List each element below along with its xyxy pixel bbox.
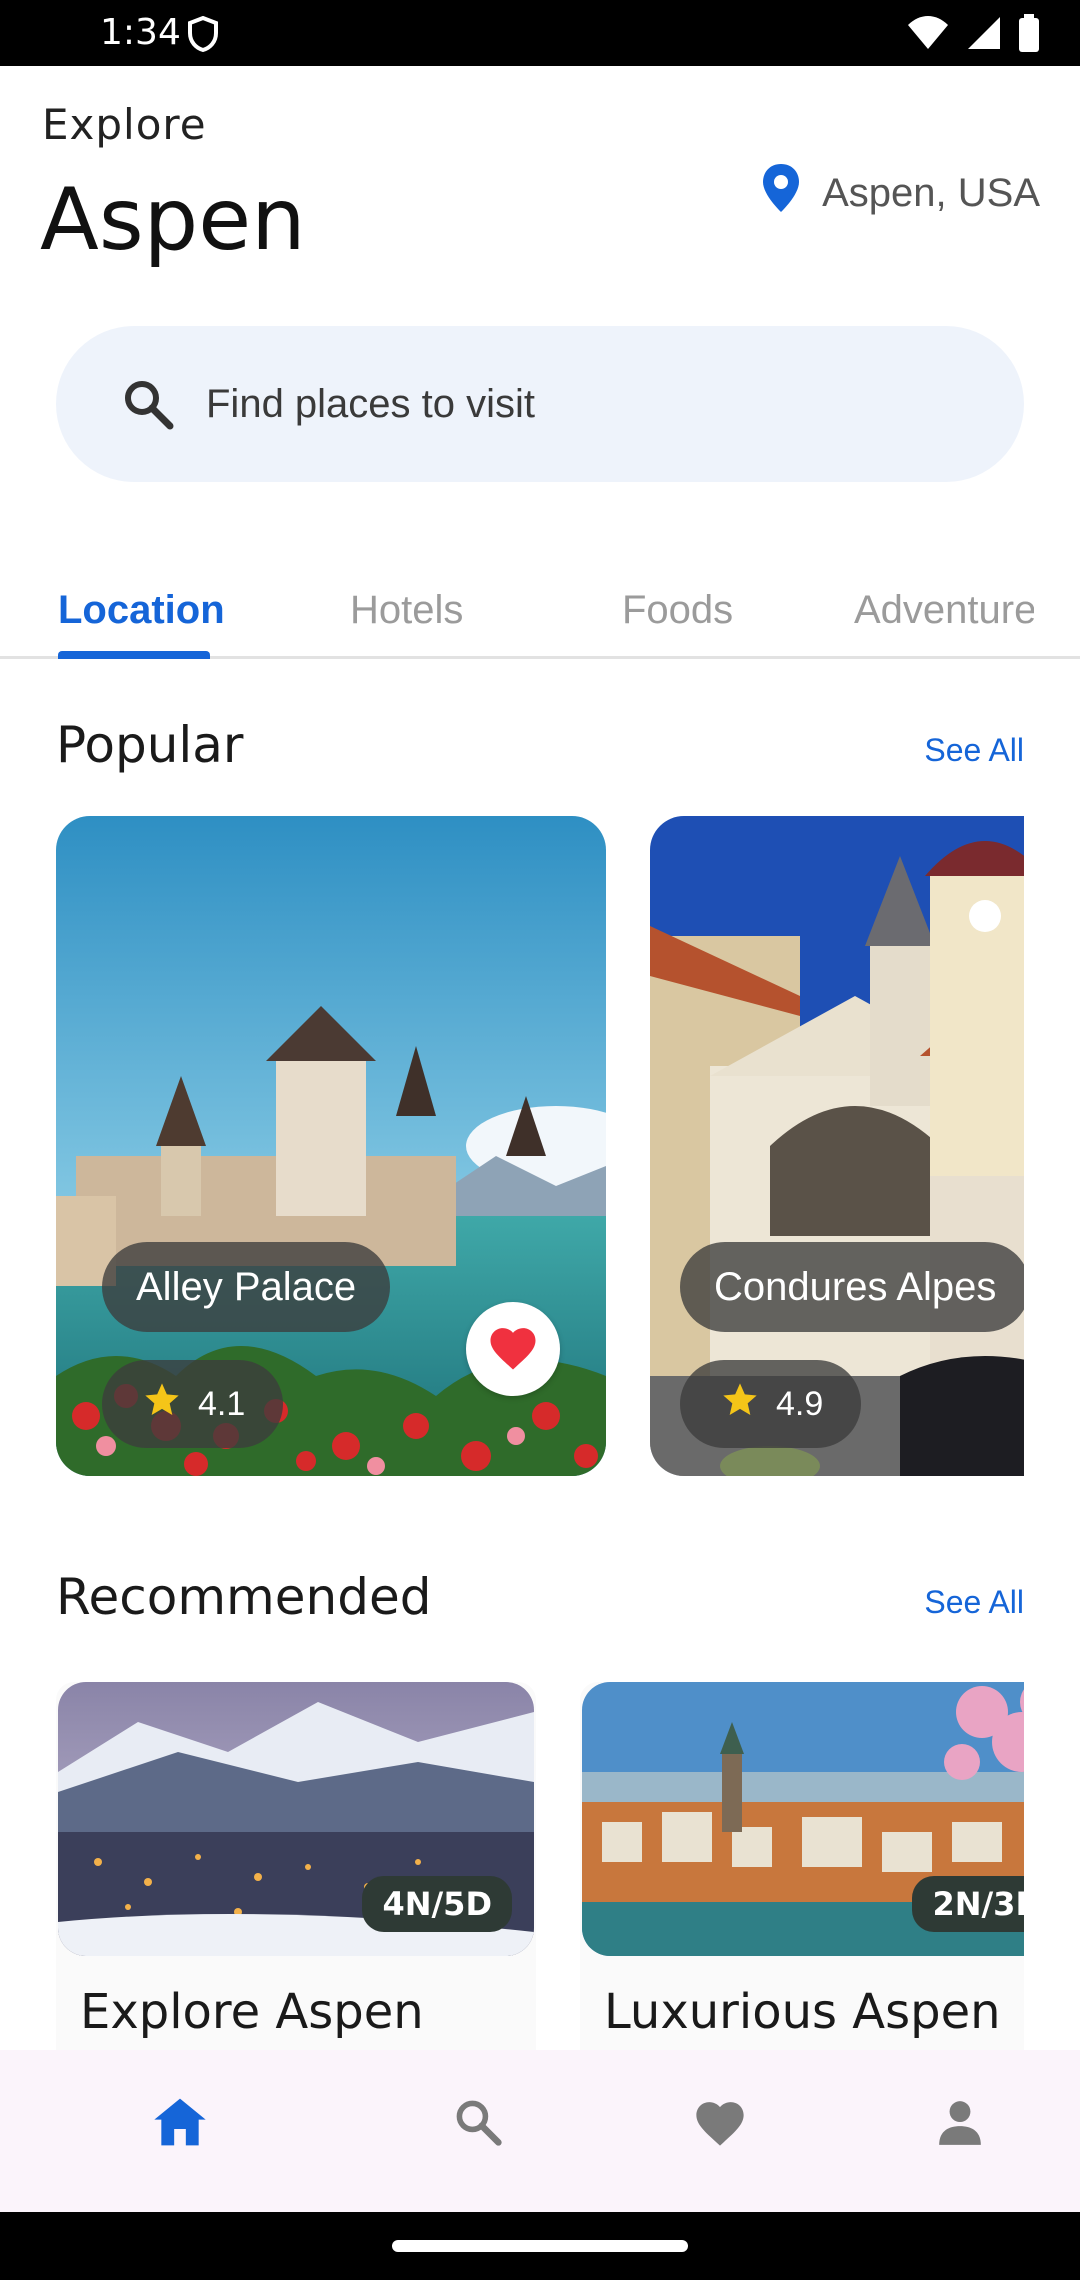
duration-badge: 2N/3D [912,1876,1024,1932]
tab-hotels[interactable]: Hotels [350,588,463,633]
tab-location[interactable]: Location [58,588,225,633]
shield-icon [188,15,218,57]
search-icon [120,376,176,432]
place-name-pill: Condures Alpes [680,1242,1024,1332]
bottom-navigation [0,2050,1080,2212]
gesture-bar [0,2212,1080,2280]
nav-profile[interactable] [920,2084,1000,2164]
popular-card[interactable]: Condures Alpes 4.9 [650,816,1024,1476]
see-all-recommended-link[interactable]: See All [924,1584,1024,1621]
heart-icon [691,2096,749,2153]
duration-badge: 4N/5D [362,1876,512,1932]
rating-pill: 4.1 [102,1360,284,1448]
favorite-button[interactable] [466,1302,560,1396]
city-river-image: 2N/3D [582,1682,1024,1956]
search-icon [452,2096,504,2153]
status-time: 1:34 [100,12,181,53]
section-title-recommended: Recommended [56,1568,432,1626]
status-bar: 1:34 [0,0,1080,66]
wifi-icon [906,15,950,56]
snowy-town-image: 4N/5D [58,1682,534,1956]
home-icon [152,2096,208,2153]
person-icon [935,2097,985,2152]
app-screen: Explore Aspen Aspen, USA Location Hotels… [0,66,1080,2212]
home-gesture-handle[interactable] [392,2240,688,2252]
location-selector[interactable]: Aspen, USA [760,162,1040,224]
tab-adventure[interactable]: Adventure [854,588,1034,633]
search-input[interactable] [204,380,968,428]
rating-pill: 4.9 [680,1360,862,1448]
see-all-popular-link[interactable]: See All [924,732,1024,769]
explore-label: Explore [42,100,207,149]
trip-title: Luxurious Aspen [604,1984,1001,2040]
signal-icon [966,15,1002,56]
category-tabs: Location Hotels Foods Adventure [0,566,1080,659]
tab-indicator [58,651,210,659]
trip-title: Explore Aspen [80,1984,424,2040]
section-title-popular: Popular [56,716,244,774]
location-pin-icon [760,162,802,224]
rating-value: 4.1 [198,1384,246,1423]
heart-icon [486,1322,540,1377]
star-icon [142,1380,182,1429]
search-bar[interactable] [56,326,1024,482]
battery-icon [1018,14,1040,57]
nav-favorites[interactable] [680,2084,760,2164]
nav-search[interactable] [438,2084,518,2164]
page-title: Aspen [40,170,306,270]
tab-foods[interactable]: Foods [622,588,733,633]
popular-carousel: Alley Palace 4.1 Condures Alpes 4.9 [56,816,1024,1476]
popular-card[interactable]: Alley Palace 4.1 [56,816,606,1476]
star-icon [720,1380,760,1429]
location-label: Aspen, USA [822,170,1040,215]
nav-home[interactable] [140,2084,220,2164]
rating-value: 4.9 [776,1384,824,1423]
place-name-pill: Alley Palace [102,1242,391,1332]
